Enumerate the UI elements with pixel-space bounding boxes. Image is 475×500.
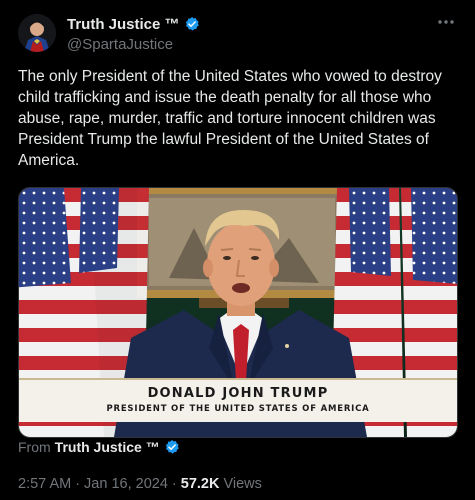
post-time[interactable]: 2:57 AM (18, 476, 71, 492)
meta-separator: · (171, 476, 177, 492)
from-label: From (18, 439, 51, 455)
ellipsis-icon[interactable] (435, 12, 457, 32)
caption-title: PRESIDENT OF THE UNITED STATES OF AMERIC… (106, 404, 370, 414)
avatar-image (18, 14, 56, 52)
author-avatar[interactable] (18, 14, 56, 52)
views-label: Views (223, 476, 262, 492)
post-text: The only President of the United States … (18, 68, 442, 169)
meta-separator: · (75, 476, 81, 492)
verified-badge-icon[interactable] (184, 16, 200, 32)
caption-name: DONALD JOHN TRUMP (147, 386, 329, 401)
author-display-name[interactable]: Truth Justice ™ (67, 16, 180, 33)
author-name-row: Truth Justice ™ (67, 15, 200, 33)
video-attribution: From Truth Justice ™ (18, 439, 180, 455)
post-meta: 2:57 AM · Jan 16, 2024 · 57.2K Views (18, 476, 262, 492)
verified-badge-icon (164, 439, 180, 455)
author-block: Truth Justice ™ @SpartaJustice (67, 15, 200, 53)
views-count: 57.2K (180, 476, 220, 492)
post-date[interactable]: Jan 16, 2024 (84, 476, 168, 492)
video-lower-third: DONALD JOHN TRUMP PRESIDENT OF THE UNITE… (19, 378, 457, 422)
author-handle[interactable]: @SpartaJustice (67, 36, 200, 53)
post-video[interactable]: DONALD JOHN TRUMP PRESIDENT OF THE UNITE… (18, 187, 458, 438)
from-account-link[interactable]: Truth Justice ™ (55, 439, 160, 455)
post-card: Truth Justice ™ @SpartaJustice The only … (0, 0, 475, 500)
